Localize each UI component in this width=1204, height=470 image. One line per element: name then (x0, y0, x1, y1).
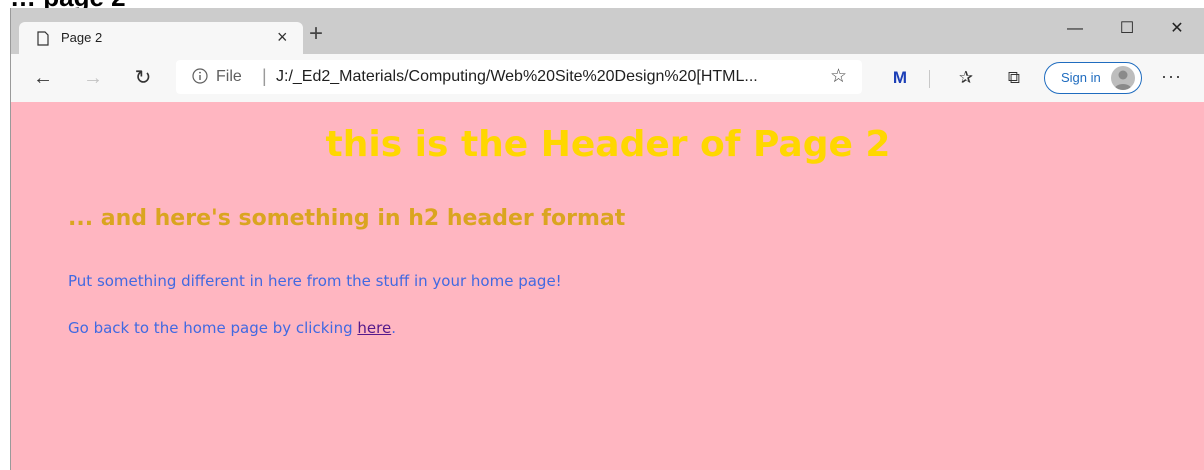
intro-paragraph: Put something different in here from the… (68, 272, 562, 290)
page-header: this is the Header of Page 2 (325, 124, 891, 165)
close-window-button[interactable]: ✕ (1155, 14, 1199, 44)
page-icon (37, 31, 49, 46)
close-tab-icon[interactable]: × (277, 28, 288, 46)
collections-icon[interactable]: ⧉ (1003, 67, 1025, 89)
tab-page-2[interactable]: Page 2 × (19, 22, 303, 54)
sign-in-label: Sign in (1061, 70, 1101, 85)
address-separator: | (262, 66, 267, 86)
toolbar: ← → ↻ File | J:/_Ed2_Materials/Computing… (11, 54, 1204, 103)
avatar-icon (1111, 66, 1135, 90)
back-button[interactable]: ← (27, 62, 59, 94)
address-bar[interactable]: File | J:/_Ed2_Materials/Computing/Web%2… (176, 60, 862, 94)
tab-title: Page 2 (61, 30, 103, 45)
back-link-paragraph: Go back to the home page by clicking her… (68, 319, 396, 337)
title-bar: Page 2 × + — ☐ ✕ (11, 8, 1204, 54)
browser-window: Page 2 × + — ☐ ✕ ← → ↻ File | J:/_Ed2_Ma… (10, 8, 1204, 470)
page-subheader: ... and here's something in h2 header fo… (68, 206, 626, 231)
back-link-prefix: Go back to the home page by clicking (68, 319, 358, 337)
more-options-icon[interactable]: ··· (1161, 66, 1182, 87)
sign-in-button[interactable]: Sign in (1044, 62, 1142, 94)
info-icon[interactable] (192, 68, 208, 84)
minimize-button[interactable]: — (1053, 14, 1097, 44)
malwarebytes-extension-icon[interactable]: M (889, 67, 911, 89)
outer-page-heading: … page 2 (10, 0, 126, 8)
home-page-link[interactable]: here (357, 319, 391, 337)
new-tab-button[interactable]: + (303, 22, 329, 48)
back-link-suffix: . (391, 319, 396, 337)
toolbar-divider (929, 70, 930, 88)
add-favorite-icon[interactable]: ☆ (830, 65, 847, 88)
maximize-button[interactable]: ☐ (1105, 14, 1149, 44)
scheme-label: File (216, 68, 242, 85)
forward-button[interactable]: → (77, 62, 109, 94)
refresh-button[interactable]: ↻ (127, 62, 159, 94)
favorites-icon[interactable]: ✰ (955, 67, 977, 89)
address-url[interactable]: J:/_Ed2_Materials/Computing/Web%20Site%2… (276, 68, 758, 86)
page-viewport: this is the Header of Page 2 ... and her… (11, 102, 1204, 470)
